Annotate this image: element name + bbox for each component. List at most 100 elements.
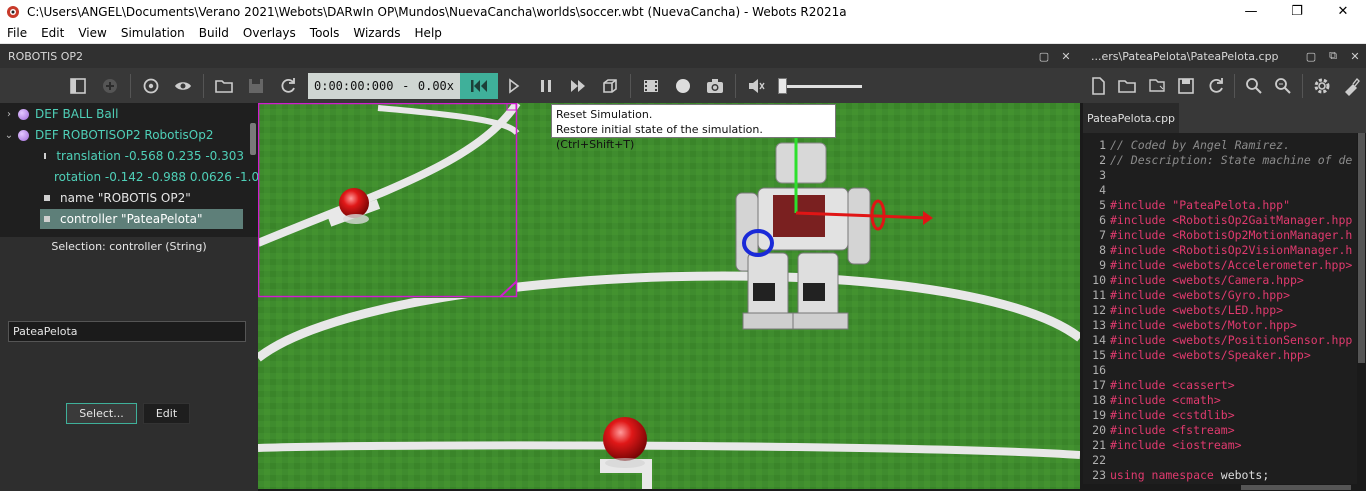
new-file-icon[interactable] <box>1083 71 1112 101</box>
tree-item-ball[interactable]: › DEF BALL Ball <box>2 104 246 124</box>
code-editor[interactable]: 1 // Coded by Angel Ramirez. 2 // Descripti… <box>1083 133 1366 491</box>
tree-field-translation[interactable]: translation -0.568 0.235 -0.303 <box>40 146 244 166</box>
scrollbar-thumb[interactable] <box>1241 485 1351 490</box>
edit-controller-button[interactable]: Edit <box>143 403 190 424</box>
movie-record-icon[interactable] <box>635 71 667 101</box>
editor-panel-close-button[interactable]: ✕ <box>1344 50 1366 63</box>
tree-field-rotation[interactable]: rotation -0.142 -0.988 0.0626 -1.06 <box>40 167 258 187</box>
menu-file[interactable]: File <box>0 23 34 44</box>
menu-simulation[interactable]: Simulation <box>114 23 192 44</box>
menu-build[interactable]: Build <box>192 23 236 44</box>
collapse-arrow-icon[interactable]: ⌄ <box>2 130 16 141</box>
code-line[interactable]: 17 #include <cassert> <box>1083 378 1235 393</box>
menu-wizards[interactable]: Wizards <box>346 23 407 44</box>
code-line[interactable]: 19 #include <cstdlib> <box>1083 408 1234 423</box>
rendering-toggle-icon[interactable] <box>594 71 626 101</box>
code-line[interactable]: 15 #include <webots/Speaker.hpp> <box>1083 348 1311 363</box>
reset-simulation-button[interactable] <box>460 73 498 99</box>
code-text: #include <fstream> <box>1110 423 1235 437</box>
save-as-icon[interactable] <box>1142 71 1171 101</box>
code-line[interactable]: 8 #include <RobotisOp2VisionManager.h <box>1083 243 1352 258</box>
tree-field-label: translation -0.568 0.235 -0.303 <box>56 149 244 163</box>
editor-panel-titlebar: ...ers\PateaPelota\PateaPelota.cpp ▢ ⧉ ✕ <box>1083 44 1366 68</box>
menu-view[interactable]: View <box>71 23 113 44</box>
code-line[interactable]: 13 #include <webots/Motor.hpp> <box>1083 318 1297 333</box>
code-text: #include <webots/Motor.hpp> <box>1110 318 1297 332</box>
minimize-button[interactable]: — <box>1228 0 1274 23</box>
menu-help[interactable]: Help <box>408 23 449 44</box>
replace-icon[interactable] <box>1269 71 1298 101</box>
editor-panel-title: ...ers\PateaPelota\PateaPelota.cpp <box>1091 49 1279 63</box>
view-eye-icon[interactable] <box>167 71 199 101</box>
tree-field-name[interactable]: name "ROBOTIS OP2" <box>40 188 244 208</box>
open-file-icon[interactable] <box>1112 71 1141 101</box>
mute-speaker-icon[interactable] <box>740 71 772 101</box>
code-text: #include "PateaPelota.hpp" <box>1110 198 1291 212</box>
code-line[interactable]: 6 #include <RobotisOp2GaitManager.hpp <box>1083 213 1352 228</box>
menu-overlays[interactable]: Overlays <box>236 23 303 44</box>
line-number: 18 <box>1092 393 1106 407</box>
editor-panel-undock-button[interactable]: ⧉ <box>1322 49 1344 63</box>
code-line[interactable]: 2 // Description: State machine of de <box>1083 153 1352 168</box>
tree-item-robotisop2[interactable]: ⌄ DEF ROBOTISOP2 RobotisOp2 <box>2 125 246 145</box>
code-line[interactable]: 7 #include <RobotisOp2MotionManager.h <box>1083 228 1352 243</box>
clean-brush-icon[interactable] <box>1337 71 1366 101</box>
scene-tree-scrollbar[interactable] <box>250 123 256 155</box>
tree-field-controller[interactable]: controller "PateaPelota" <box>40 209 243 229</box>
revert-world-icon[interactable] <box>272 71 304 101</box>
code-line[interactable]: 14 #include <webots/PositionSensor.hpp <box>1083 333 1352 348</box>
code-vertical-scrollbar[interactable] <box>1357 133 1366 485</box>
code-line[interactable]: 4 <box>1083 183 1110 198</box>
animation-record-icon[interactable] <box>667 71 699 101</box>
expand-arrow-icon[interactable]: › <box>2 109 16 120</box>
fast-forward-icon[interactable] <box>562 71 594 101</box>
volume-slider[interactable] <box>778 76 864 96</box>
restore-button[interactable]: ❐ <box>1274 0 1320 23</box>
volume-slider-handle[interactable] <box>778 78 787 94</box>
code-line[interactable]: 5 #include "PateaPelota.hpp" <box>1083 198 1290 213</box>
code-line[interactable]: 18 #include <cmath> <box>1083 393 1221 408</box>
code-line[interactable]: 9 #include <webots/Accelerometer.hpp> <box>1083 258 1352 273</box>
controller-value-field[interactable]: PateaPelota <box>8 321 246 342</box>
menu-tools[interactable]: Tools <box>303 23 347 44</box>
toggle-scene-tree-icon[interactable] <box>62 71 94 101</box>
open-world-icon[interactable] <box>208 71 240 101</box>
code-line[interactable]: 3 <box>1083 168 1110 183</box>
editor-panel-maximize-button[interactable]: ▢ <box>1300 50 1322 63</box>
line-number: 20 <box>1092 423 1106 437</box>
panel-divider[interactable] <box>1080 103 1083 491</box>
code-line[interactable]: 22 <box>1083 453 1110 468</box>
select-controller-button[interactable]: Select... <box>66 403 137 424</box>
code-text: #include <cassert> <box>1110 378 1235 392</box>
code-line[interactable]: 20 #include <fstream> <box>1083 423 1235 438</box>
3d-viewport[interactable] <box>258 103 1080 489</box>
line-number: 12 <box>1092 303 1106 317</box>
close-button[interactable]: ✕ <box>1320 0 1366 23</box>
pause-icon[interactable] <box>530 71 562 101</box>
build-gear-icon[interactable] <box>1307 71 1336 101</box>
step-icon[interactable] <box>498 71 530 101</box>
revert-file-icon[interactable] <box>1201 71 1230 101</box>
code-line[interactable]: 11 #include <webots/Gyro.hpp> <box>1083 288 1290 303</box>
code-text: #include <webots/LED.hpp> <box>1110 303 1284 317</box>
code-line[interactable]: 21 #include <iostream> <box>1083 438 1241 453</box>
code-line[interactable]: 16 <box>1083 363 1110 378</box>
scrollbar-thumb[interactable] <box>1358 133 1365 363</box>
scene-panel-close-button[interactable]: ✕ <box>1055 50 1077 63</box>
screenshot-camera-icon[interactable] <box>699 71 731 101</box>
add-node-icon[interactable] <box>94 71 126 101</box>
save-world-icon[interactable] <box>240 71 272 101</box>
code-line[interactable]: 12 #include <webots/LED.hpp> <box>1083 303 1283 318</box>
code-horizontal-scrollbar[interactable] <box>1083 484 1366 491</box>
tab-pateapelota-cpp[interactable]: PateaPelota.cpp <box>1083 103 1179 133</box>
scene-panel-undock-button[interactable]: ▢ <box>1033 50 1055 63</box>
save-file-icon[interactable] <box>1171 71 1200 101</box>
code-line[interactable]: 10 #include <webots/Camera.hpp> <box>1083 273 1304 288</box>
find-icon[interactable] <box>1239 71 1268 101</box>
reload-world-icon[interactable] <box>135 71 167 101</box>
code-line[interactable]: 23 using namespace webots; <box>1083 468 1269 483</box>
code-line[interactable]: 1 // Coded by Angel Ramirez. <box>1083 138 1290 153</box>
line-number: 5 <box>1099 198 1106 212</box>
menu-edit[interactable]: Edit <box>34 23 71 44</box>
line-number: 15 <box>1092 348 1106 362</box>
